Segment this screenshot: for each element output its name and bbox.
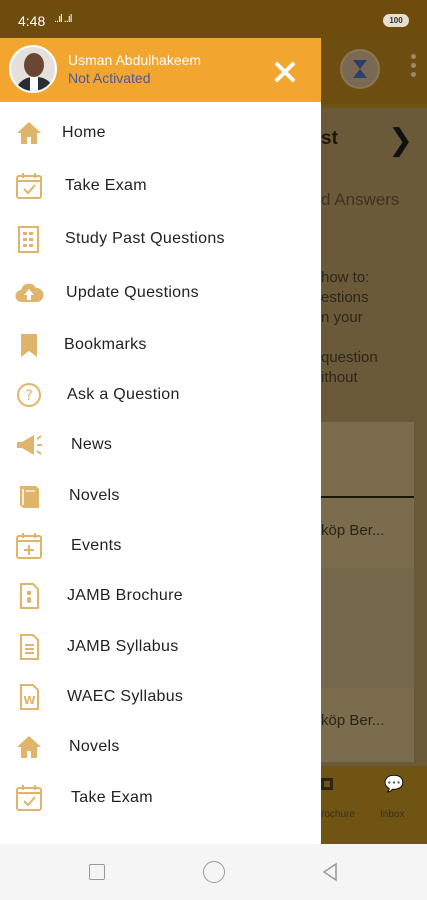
drawer-item-label: Bookmarks [64, 336, 147, 353]
calendar-check-icon [14, 783, 44, 813]
drawer-item-take-exam[interactable]: Take Exam [0, 161, 321, 212]
status-time: 4:48 [18, 13, 46, 29]
drawer-item-jamb-brochure[interactable]: JAMB Brochure [0, 571, 321, 622]
drawer-item-jamb-syllabus[interactable]: JAMB Syllabus [0, 622, 321, 673]
drawer-item-label: Novels [69, 487, 120, 504]
drawer-item-home[interactable]: Home [0, 108, 321, 159]
text-file-icon [14, 632, 44, 662]
drawer-item-take-exam[interactable]: Take Exam [0, 773, 321, 824]
word-file-icon: W [14, 682, 44, 712]
drawer-item-label: News [71, 436, 113, 453]
drawer-item-label: Home [62, 124, 106, 141]
drawer-item-waec-syllabus[interactable]: W WAEC Syllabus [0, 672, 321, 723]
background-paragraph: how to: estions n your question ithout [321, 269, 378, 386]
signal-icon: ..ıl ..ıl [54, 13, 72, 25]
book-icon [14, 481, 44, 511]
svg-text:?: ? [25, 388, 32, 404]
cloud-upload-icon [14, 278, 44, 308]
background-block [321, 568, 414, 688]
question-circle-icon: ? [14, 380, 44, 410]
avatar[interactable] [9, 45, 57, 93]
navigation-drawer: Usman Abdulhakeem Not Activated Home Take… [0, 38, 321, 844]
drawer-item-label: Take Exam [71, 789, 153, 806]
drawer-item-novels[interactable]: Novels [0, 471, 321, 522]
drawer-item-events[interactable]: Events [0, 521, 321, 572]
nav-label-inbox: Inbox [380, 809, 405, 820]
drawer-item-bookmarks[interactable]: Bookmarks [0, 320, 321, 371]
system-nav-bar [0, 844, 427, 900]
back-button[interactable] [320, 862, 340, 882]
brochure-file-icon [14, 581, 44, 611]
calendar-plus-icon [14, 531, 44, 561]
drawer-item-label: JAMB Syllabus [67, 638, 179, 655]
drawer-item-label: Novels [69, 738, 120, 755]
battery-icon: 100 [383, 14, 409, 27]
drawer-item-label: JAMB Brochure [67, 587, 183, 604]
home-button[interactable] [203, 861, 225, 883]
drawer-item-label: Ask a Question [67, 386, 180, 403]
megaphone-icon [14, 430, 44, 460]
background-subtitle: d Answers [321, 190, 400, 209]
drawer-item-label: Update Questions [66, 284, 199, 301]
home-icon [14, 732, 44, 762]
drawer-item-label: Study Past Questions [65, 230, 225, 247]
brochure-icon [321, 778, 333, 790]
drawer-item-label: Events [71, 537, 122, 554]
user-name: Usman Abdulhakeem [68, 52, 202, 68]
background-list-item: köp Ber... [321, 712, 385, 729]
chevron-right-icon: ❯ [388, 124, 414, 157]
background-bottom-nav [321, 766, 427, 844]
drawer-item-update-questions[interactable]: Update Questions [0, 268, 321, 319]
hourglass-avatar-icon [340, 49, 380, 89]
recents-button[interactable] [89, 864, 105, 880]
home-icon [14, 118, 44, 148]
status-bar: 4:48 ..ıl ..ıl 100 [0, 0, 427, 38]
drawer-item-novels[interactable]: Novels [0, 722, 321, 773]
chat-bubble-icon: 💬 [384, 776, 404, 793]
drawer-item-label: WAEC Syllabus [67, 688, 184, 705]
background-title: st [321, 128, 338, 149]
drawer-item-ask-a-question[interactable]: ? Ask a Question [0, 370, 321, 421]
background-divider [321, 496, 414, 498]
overflow-menu-icon [411, 54, 417, 81]
nav-label-brochure: rochure [321, 809, 355, 820]
bookmark-icon [14, 330, 44, 360]
drawer-item-news[interactable]: News [0, 420, 321, 471]
document-grid-icon [14, 224, 44, 254]
drawer-header: Usman Abdulhakeem Not Activated [0, 38, 321, 102]
calendar-check-icon [14, 171, 44, 201]
drawer-item-study-past-questions[interactable]: Study Past Questions [0, 214, 321, 265]
close-icon[interactable] [270, 58, 300, 88]
background-list-item: köp Ber... [321, 522, 385, 539]
user-status[interactable]: Not Activated [68, 70, 151, 86]
svg-text:W: W [23, 694, 35, 707]
drawer-item-label: Take Exam [65, 177, 147, 194]
